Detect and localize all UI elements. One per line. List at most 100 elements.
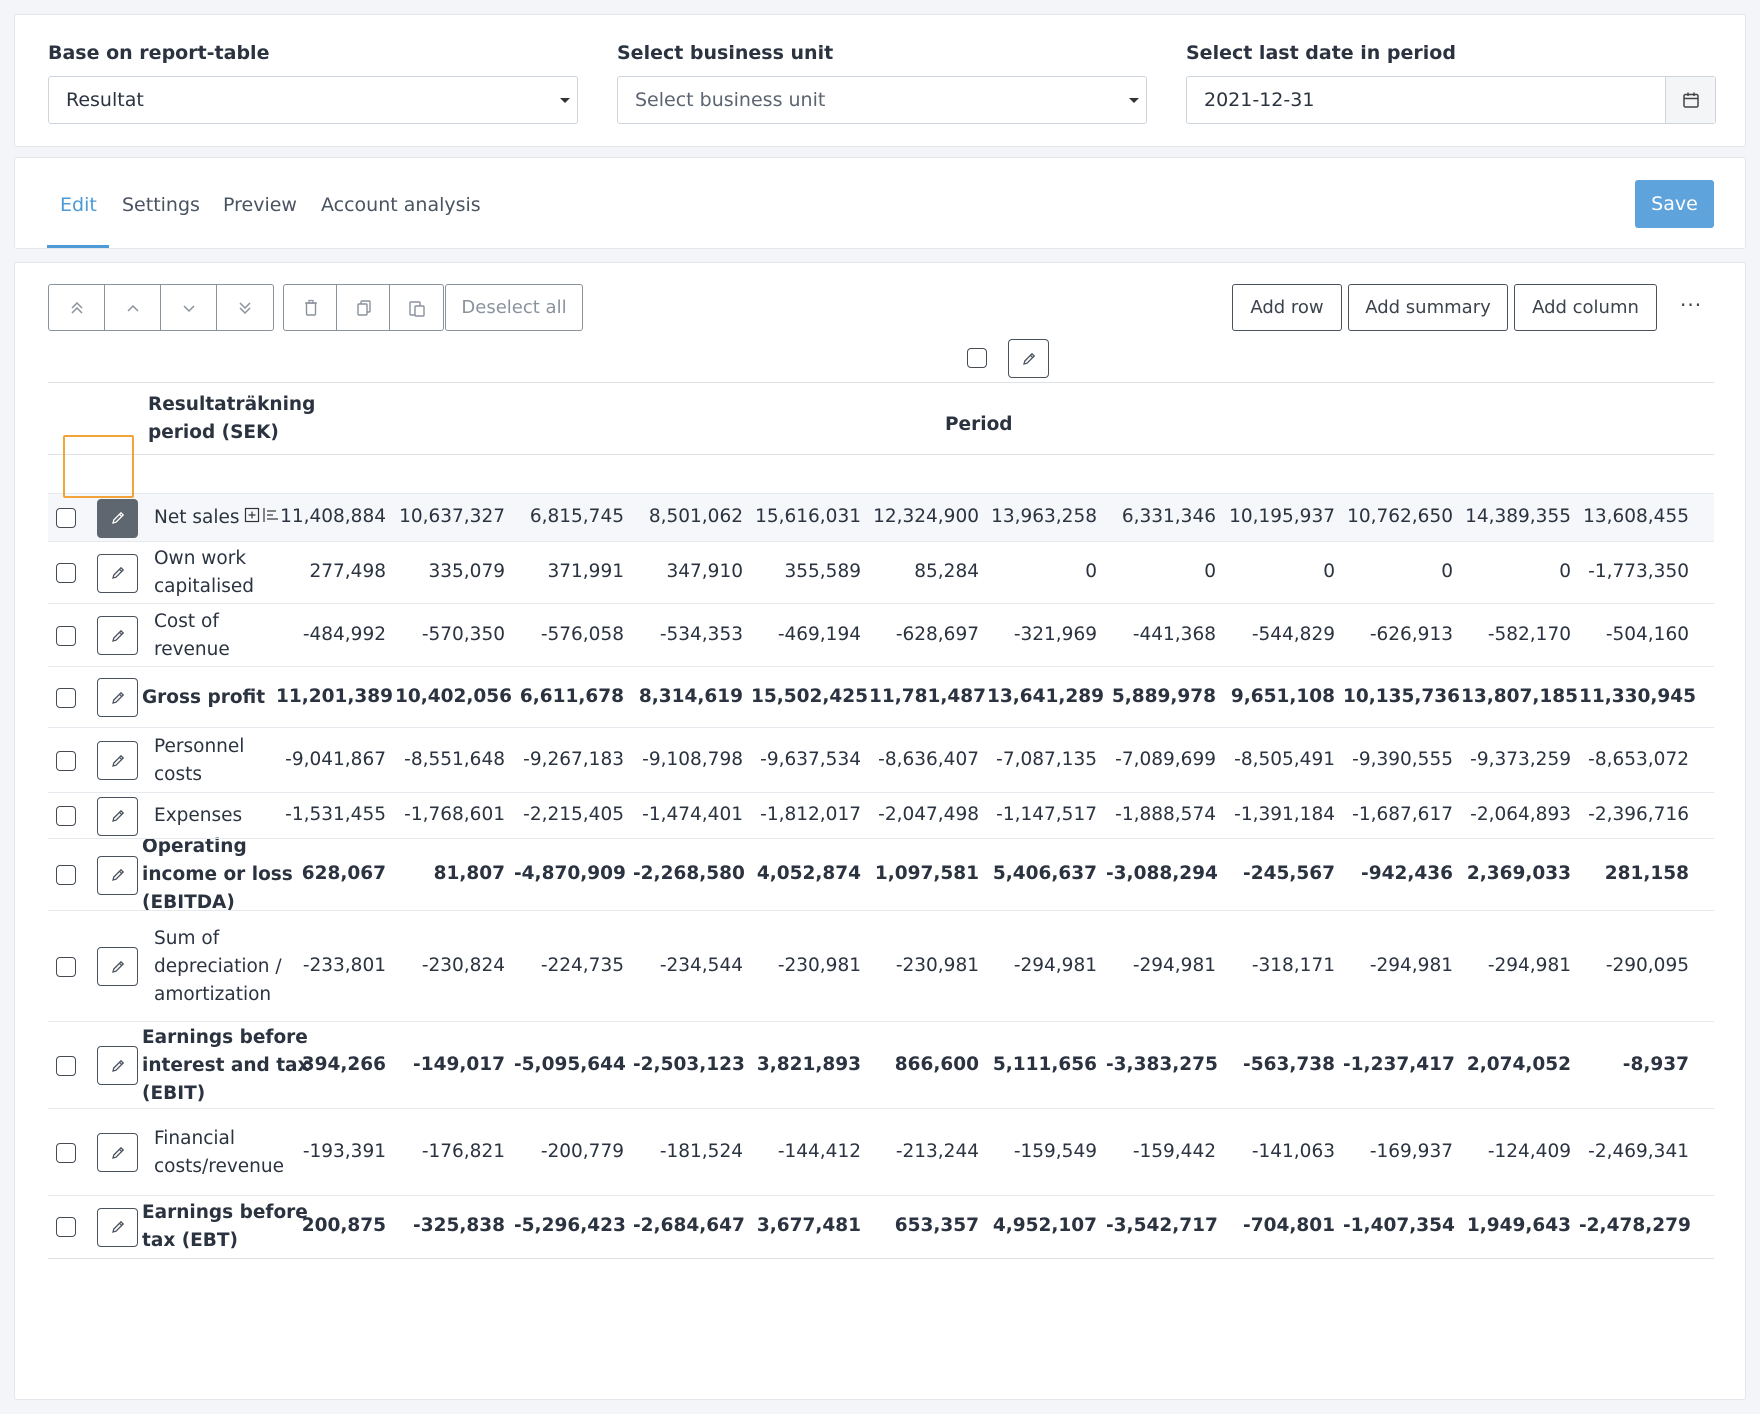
add-row-button[interactable]: Add row [1232, 284, 1342, 331]
row-checkbox[interactable] [56, 1217, 76, 1237]
tab-preview[interactable]: Preview [223, 192, 297, 218]
row-divider [48, 603, 1714, 604]
table-cell: -169,937 [1369, 1140, 1453, 1162]
table-cell: -230,981 [895, 954, 979, 976]
table-cell: -3,383,275 [1106, 1053, 1218, 1075]
table-cell: -141,063 [1251, 1140, 1335, 1162]
row-label: Operating income or loss (EBITDA) [142, 833, 293, 917]
table-cell: -1,474,401 [642, 804, 743, 825]
table-cell: 5,889,978 [1111, 685, 1216, 707]
paste-button[interactable] [389, 284, 444, 331]
tab-account-analysis[interactable]: Account analysis [321, 192, 481, 218]
chevron-up-icon [127, 304, 139, 312]
table-cell: -7,089,699 [1115, 748, 1216, 770]
table-cell: -2,215,405 [523, 804, 624, 825]
copy-button[interactable] [336, 284, 391, 331]
move-to-top-button[interactable] [48, 284, 106, 331]
table-cell: -193,391 [302, 1140, 386, 1162]
pencil-icon [111, 629, 124, 642]
row-divider [48, 1258, 1714, 1259]
table-cell: -8,505,491 [1234, 748, 1335, 770]
double-chevron-down-icon [239, 301, 251, 314]
table-cell: 355,589 [784, 561, 861, 582]
table-cell: -7,087,135 [996, 748, 1097, 770]
row-divider [48, 666, 1714, 667]
table-cell: -8,937 [1622, 1053, 1689, 1075]
table-row: Personnel costs -9,041,867 -8,551,648 -9,267… [48, 727, 1714, 793]
row-label: Gross profit [142, 684, 265, 712]
delete-button[interactable] [283, 284, 338, 331]
edit-row-button[interactable] [97, 616, 138, 655]
report-table-select[interactable]: Resultat [48, 76, 578, 124]
table-cell: 3,821,893 [756, 1053, 861, 1075]
tab-edit[interactable]: Edit [60, 192, 97, 218]
table-cell: -294,981 [1487, 954, 1571, 976]
table-cell: 8,314,619 [638, 685, 743, 707]
last-date-value: 2021-12-31 [1204, 89, 1315, 111]
row-checkbox[interactable] [56, 1142, 76, 1163]
business-unit-select[interactable]: Select business unit [617, 76, 1147, 124]
row-checkbox[interactable] [56, 508, 76, 528]
edit-row-button[interactable] [97, 498, 138, 538]
deselect-all-button[interactable]: Deselect all [445, 284, 583, 331]
row-checkbox[interactable] [56, 563, 76, 583]
pencil-icon [111, 1146, 124, 1159]
row-divider [48, 493, 1714, 494]
row-label: Financial costs/revenue [154, 1125, 284, 1181]
table-cell: -942,436 [1361, 863, 1453, 884]
last-date-input[interactable]: 2021-12-31 [1186, 76, 1716, 124]
business-unit-placeholder: Select business unit [635, 89, 826, 111]
more-options-button[interactable]: ··· [1680, 293, 1702, 317]
column-checkbox[interactable] [967, 348, 987, 368]
table-cell: -1,391,184 [1234, 804, 1335, 825]
edit-row-button[interactable] [97, 1046, 138, 1085]
row-checkbox[interactable] [56, 750, 76, 771]
table-cell: 10,637,327 [399, 506, 505, 527]
move-to-bottom-button[interactable] [216, 284, 274, 331]
table-cell: -8,551,648 [404, 748, 505, 770]
save-button[interactable]: Save [1635, 180, 1714, 228]
table-cell: 14,389,355 [1465, 506, 1571, 527]
row-label-line: depreciation / [154, 955, 282, 977]
row-checkbox[interactable] [56, 865, 76, 885]
row-checkbox[interactable] [56, 956, 76, 977]
table-cell: -318,171 [1251, 954, 1335, 976]
table-cell: -628,697 [895, 623, 979, 645]
edit-row-button[interactable] [97, 678, 138, 717]
table-cell: 10,195,937 [1229, 506, 1335, 527]
last-date-label: Select last date in period [1186, 42, 1456, 64]
edit-row-button[interactable] [97, 855, 138, 895]
move-up-button[interactable] [104, 284, 162, 331]
edit-row-button[interactable] [97, 1133, 138, 1172]
expand-plus-icon[interactable] [244, 504, 260, 532]
table-cell: 81,807 [433, 863, 505, 884]
row-checkbox[interactable] [56, 687, 76, 708]
edit-row-button[interactable] [97, 741, 138, 780]
edit-row-button[interactable] [97, 947, 138, 986]
table-cell: 0 [1204, 561, 1216, 582]
add-summary-button[interactable]: Add summary [1348, 284, 1508, 331]
table-cell: -124,409 [1487, 1140, 1571, 1162]
row-label: Sum of depreciation / amortization [154, 925, 282, 1009]
row-checkbox[interactable] [56, 806, 76, 826]
table-cell: -1,888,574 [1115, 804, 1216, 825]
table-cell: -1,531,455 [285, 804, 386, 825]
edit-column-button[interactable] [1008, 339, 1049, 378]
row-checkbox[interactable] [56, 625, 76, 646]
row-label: Own work capitalised [154, 545, 254, 601]
row-checkbox[interactable] [56, 1055, 76, 1076]
edit-row-button[interactable] [97, 553, 138, 593]
header-top-divider [48, 382, 1714, 383]
table-cell: 13,608,455 [1583, 506, 1689, 527]
table-row: Net sales 11,408,884 10,637,327 6,815,745 8,… [48, 493, 1714, 542]
edit-row-button[interactable] [97, 1207, 138, 1247]
tab-settings[interactable]: Settings [122, 192, 200, 218]
table-cell: 85,284 [914, 561, 979, 582]
calendar-button[interactable] [1665, 77, 1715, 123]
table-cell: -176,821 [421, 1140, 505, 1162]
table-cell: 13,807,185 [1461, 685, 1579, 707]
edit-row-button[interactable] [97, 796, 138, 836]
move-down-button[interactable] [160, 284, 218, 331]
add-column-button[interactable]: Add column [1514, 284, 1657, 331]
row-label: Cost of revenue [154, 608, 230, 664]
